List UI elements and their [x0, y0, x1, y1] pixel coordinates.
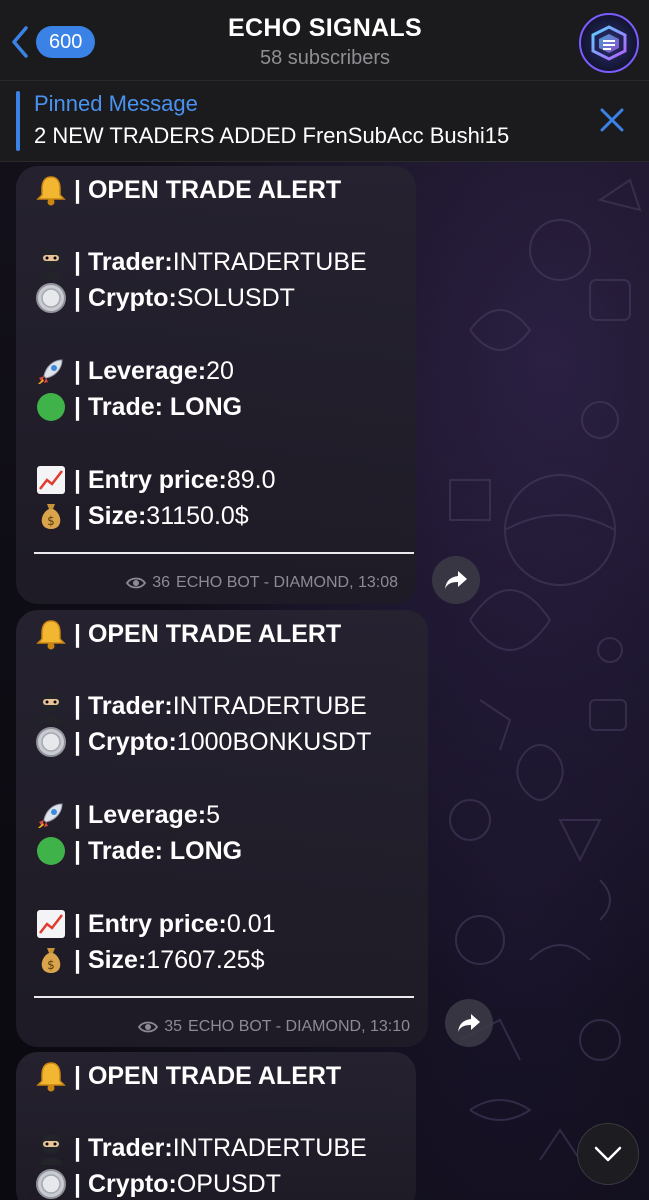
svg-text:$: $: [47, 514, 55, 528]
green-circle-icon: [34, 390, 68, 424]
pinned-message-bar[interactable]: Pinned Message 2 NEW TRADERS ADDED FrenS…: [0, 80, 649, 162]
trade-direction: | Trade: LONG: [74, 392, 243, 421]
size-label: | Size:: [74, 945, 147, 974]
money-bag-icon: $: [34, 499, 68, 533]
back-button[interactable]: 600: [8, 22, 96, 62]
trader-value: INTRADERTUBE: [172, 691, 367, 720]
pinned-title: Pinned Message: [34, 91, 198, 116]
scroll-to-bottom-button[interactable]: [577, 1123, 639, 1185]
message-bubble: | OPEN TRADE ALERT | Trader: INTRADERTUB…: [16, 166, 416, 604]
crypto-value: SOLUSDT: [176, 283, 295, 312]
trader-value: INTRADERTUBE: [172, 1133, 367, 1162]
coin-icon: [34, 725, 68, 759]
alert-heading: | OPEN TRADE ALERT: [74, 1061, 342, 1090]
trade-direction: | Trade: LONG: [74, 836, 243, 865]
ninja-icon: [34, 245, 68, 279]
coin-icon: [34, 281, 68, 315]
entry-price-value: 89.0: [226, 465, 276, 494]
crypto-value: 1000BONKUSDT: [176, 727, 372, 756]
green-circle-icon: [34, 834, 68, 868]
bell-icon: [34, 1059, 68, 1093]
bell-icon: [34, 617, 68, 651]
leverage-label: | Leverage:: [74, 356, 207, 385]
message-footer: ECHO BOT - DIAMOND, 13:08: [176, 574, 398, 591]
subscriber-count: 58 subscribers: [259, 47, 391, 69]
ninja-icon: [34, 689, 68, 723]
entry-price-label: | Entry price:: [74, 465, 227, 494]
leverage-label: | Leverage:: [74, 800, 207, 829]
chart-increasing-icon: [34, 463, 68, 497]
alert-heading: | OPEN TRADE ALERT: [74, 175, 342, 204]
chat-header: 600 ECHO SIGNALS 58 subscribers: [0, 0, 649, 80]
message-meta: 36 ECHO BOT - DIAMOND, 13:08: [126, 572, 398, 594]
eye-icon: [126, 577, 147, 589]
channel-title-block[interactable]: ECHO SIGNALS 58 subscribers: [160, 14, 490, 70]
separator-line: [34, 996, 414, 998]
view-count: 35: [164, 1018, 183, 1035]
chart-increasing-icon: [34, 907, 68, 941]
separator-line: [34, 552, 414, 554]
close-icon[interactable]: [598, 106, 626, 134]
channel-avatar[interactable]: [579, 13, 639, 73]
view-count: 36: [152, 574, 171, 591]
message-footer: ECHO BOT - DIAMOND, 13:10: [188, 1018, 410, 1035]
chevron-down-icon: [594, 1146, 622, 1162]
size-value: 17607.25$: [146, 945, 265, 974]
money-bag-icon: $: [34, 943, 68, 977]
leverage-value: 20: [206, 356, 234, 385]
message-meta: 35 ECHO BOT - DIAMOND, 13:10: [138, 1016, 410, 1038]
crypto-value: OPUSDT: [176, 1169, 282, 1198]
chevron-left-icon: [12, 26, 28, 58]
share-icon: [458, 1014, 480, 1032]
pinned-accent-line: [16, 91, 20, 151]
bell-icon: [34, 173, 68, 207]
trader-label: | Trader:: [74, 1133, 173, 1162]
leverage-value: 5: [206, 800, 220, 829]
rocket-icon: [34, 798, 68, 832]
crypto-label: | Crypto:: [74, 727, 177, 756]
pinned-text: 2 NEW TRADERS ADDED FrenSubAcc Bushi15: [34, 123, 510, 148]
channel-title: ECHO SIGNALS: [228, 14, 422, 42]
svg-text:$: $: [47, 958, 55, 972]
share-button[interactable]: [432, 556, 480, 604]
coin-icon: [34, 1167, 68, 1200]
size-label: | Size:: [74, 501, 147, 530]
share-button[interactable]: [445, 999, 493, 1047]
share-icon: [445, 571, 467, 589]
trader-label: | Trader:: [74, 691, 173, 720]
ninja-icon: [34, 1131, 68, 1165]
trader-value: INTRADERTUBE: [172, 247, 367, 276]
trader-label: | Trader:: [74, 247, 173, 276]
entry-price-label: | Entry price:: [74, 909, 227, 938]
unread-count-badge: 600: [36, 26, 96, 58]
message-bubble: | OPEN TRADE ALERT | Trader: INTRADERTUB…: [16, 610, 428, 1047]
crypto-label: | Crypto:: [74, 1169, 177, 1198]
alert-heading: | OPEN TRADE ALERT: [74, 619, 342, 648]
rocket-icon: [34, 354, 68, 388]
entry-price-value: 0.01: [226, 909, 276, 938]
echo-logo-icon: [591, 25, 627, 61]
crypto-label: | Crypto:: [74, 283, 177, 312]
message-bubble: | OPEN TRADE ALERT | Trader: INTRADERTUB…: [16, 1052, 416, 1200]
size-value: 31150.0$: [146, 501, 249, 530]
eye-icon: [138, 1021, 159, 1033]
